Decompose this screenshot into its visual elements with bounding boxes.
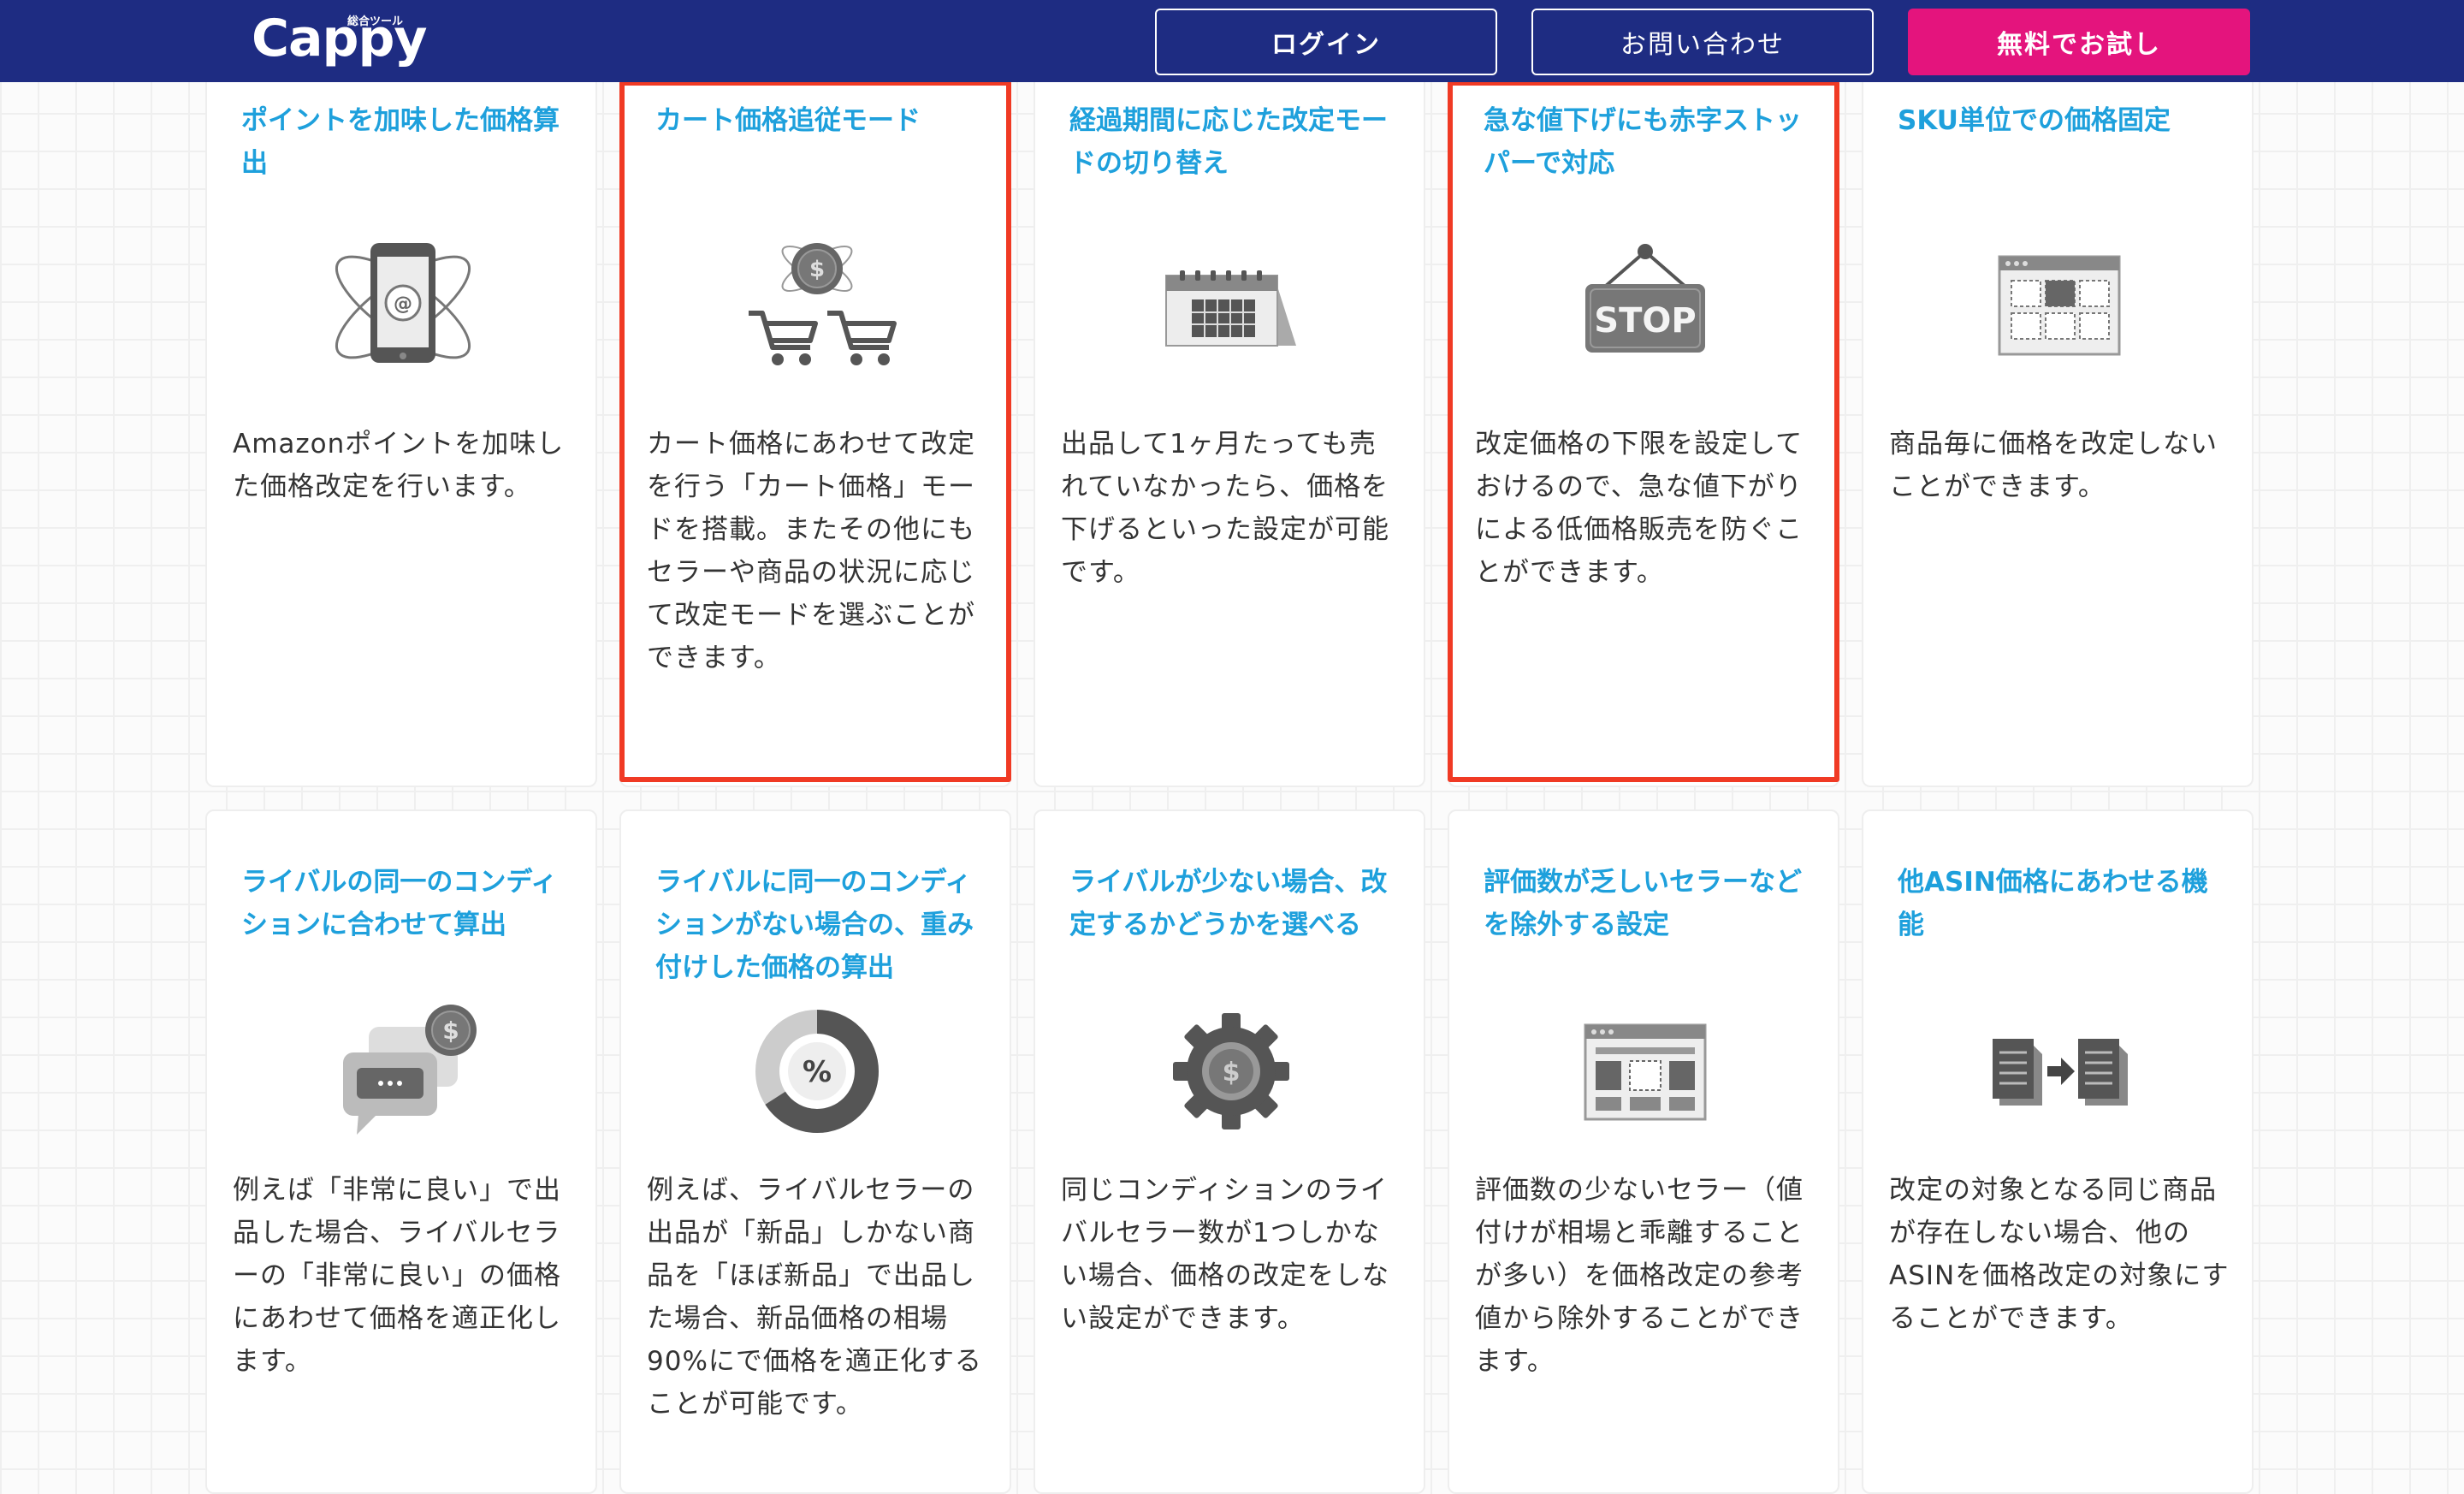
- browser-grid-icon: [1974, 217, 2145, 388]
- feature-description: 例えば「非常に良い」で出品した場合、ライバルセラーの「非常に良い」の価格にあわせ…: [233, 1175, 561, 1377]
- cappy-logo[interactable]: Cappy 総合ツール: [252, 5, 428, 77]
- feature-card: ポイントを加味した価格算出 @ Amazonポイントを加味した価格改定を行います…: [205, 51, 597, 787]
- feature-title: ライバルに同一のコンディションがない場合の、重み付けした価格の算出: [655, 867, 974, 983]
- free-trial-button[interactable]: 無料でお試し: [1908, 9, 2250, 75]
- feature-title: ライバルが少ない場合、改定するかどうかを選べる: [1069, 867, 1388, 940]
- feature-card: ライバルに同一のコンディションがない場合の、重み付けした価格の算出 % 例えば、…: [619, 809, 1011, 1494]
- stop-sign-icon: STOP: [1560, 217, 1731, 388]
- contact-button[interactable]: お問い合わせ: [1531, 9, 1874, 75]
- feature-card: 急な値下げにも赤字ストッパーで対応 STOP 改定価格の下限を設定しておけるので…: [1448, 51, 1839, 787]
- svg-text:@: @: [394, 293, 412, 315]
- feature-title: 急な値下げにも赤字ストッパーで対応: [1484, 105, 1802, 179]
- feature-description: 商品毎に価格を改定しないことができます。: [1889, 429, 2218, 502]
- feature-card: カート価格追従モード $ カート価格にあわせて改定を行う「カート価格」モードを搭…: [619, 51, 1011, 787]
- smartphone-email-icon: @: [317, 217, 489, 388]
- browser-layout-icon: [1560, 986, 1731, 1157]
- feature-description: 例えば、ライバルセラーの出品が「新品」しかない商品を「ほぼ新品」で出品した場合、…: [647, 1175, 982, 1420]
- feature-card: SKU単位での価格固定 商品毎に価格を改定しないことができます。: [1862, 51, 2254, 787]
- svg-text:$: $: [1223, 1058, 1241, 1088]
- logo-tagline: 総合ツール: [347, 15, 404, 28]
- feature-card: 他ASIN価格にあわせる機能 改定の対象となる同じ商品が存在しない場合、他のAS…: [1862, 809, 2254, 1494]
- feature-description: Amazonポイントを加味した価格改定を行います。: [233, 429, 565, 502]
- svg-text:$: $: [809, 257, 825, 282]
- feature-description: 同じコンディションのライバルセラー数が1つしかない場合、価格の改定をしない設定が…: [1061, 1175, 1389, 1334]
- svg-text:%: %: [803, 1055, 832, 1089]
- feature-description: 改定価格の下限を設定しておけるので、急な値下がりによる低価格販売を防ぐことができ…: [1475, 429, 1804, 588]
- feature-title: ライバルの同一のコンディションに合わせて算出: [241, 867, 558, 940]
- feature-title: ポイントを加味した価格算出: [241, 105, 560, 179]
- feature-card: 評価数が乏しいセラーなどを除外する設定 評価数の少ないセラー（値付けが相場と乖離…: [1448, 809, 1839, 1494]
- percent-donut-icon: %: [732, 986, 903, 1157]
- svg-text:$: $: [442, 1017, 459, 1045]
- feature-description: カート価格にあわせて改定を行う「カート価格」モードを搭載。またその他にもセラーや…: [647, 429, 975, 673]
- feature-card: 経過期間に応じた改定モードの切り替え 出品して1ヶ月たっても売れていなかったら、…: [1034, 51, 1425, 787]
- feature-card: ライバルが少ない場合、改定するかどうかを選べる $ 同じコンディションのライバル…: [1034, 809, 1425, 1494]
- feature-card: ライバルの同一のコンディションに合わせて算出 $ 例えば「非常に良い」で出品した…: [205, 809, 597, 1494]
- feature-title: 他ASIN価格にあわせる機能: [1898, 867, 2208, 940]
- shopping-cart-dollar-icon: $: [732, 217, 903, 388]
- feature-description: 出品して1ヶ月たっても売れていなかったら、価格を下げるといった設定が可能です。: [1061, 429, 1389, 588]
- feature-title: カート価格追従モード: [655, 105, 921, 136]
- login-button[interactable]: ログイン: [1155, 9, 1497, 75]
- chat-dollar-icon: $: [317, 986, 489, 1157]
- feature-title: 経過期間に応じた改定モードの切り替え: [1069, 105, 1388, 179]
- feature-description: 改定の対象となる同じ商品が存在しない場合、他のASINを価格改定の対象にすること…: [1889, 1175, 2230, 1334]
- gear-dollar-icon: $: [1146, 986, 1317, 1157]
- svg-text:STOP: STOP: [1594, 301, 1696, 341]
- feature-title: SKU単位での価格固定: [1898, 105, 2171, 136]
- calendar-icon: [1146, 217, 1317, 388]
- site-header: Cappy 総合ツール ログイン お問い合わせ 無料でお試し: [0, 0, 2464, 82]
- feature-title: 評価数が乏しいセラーなどを除外する設定: [1484, 867, 1802, 940]
- feature-description: 評価数の少ないセラー（値付けが相場と乖離することが多い）を価格改定の参考値から除…: [1475, 1175, 1804, 1377]
- document-transfer-icon: [1974, 986, 2145, 1157]
